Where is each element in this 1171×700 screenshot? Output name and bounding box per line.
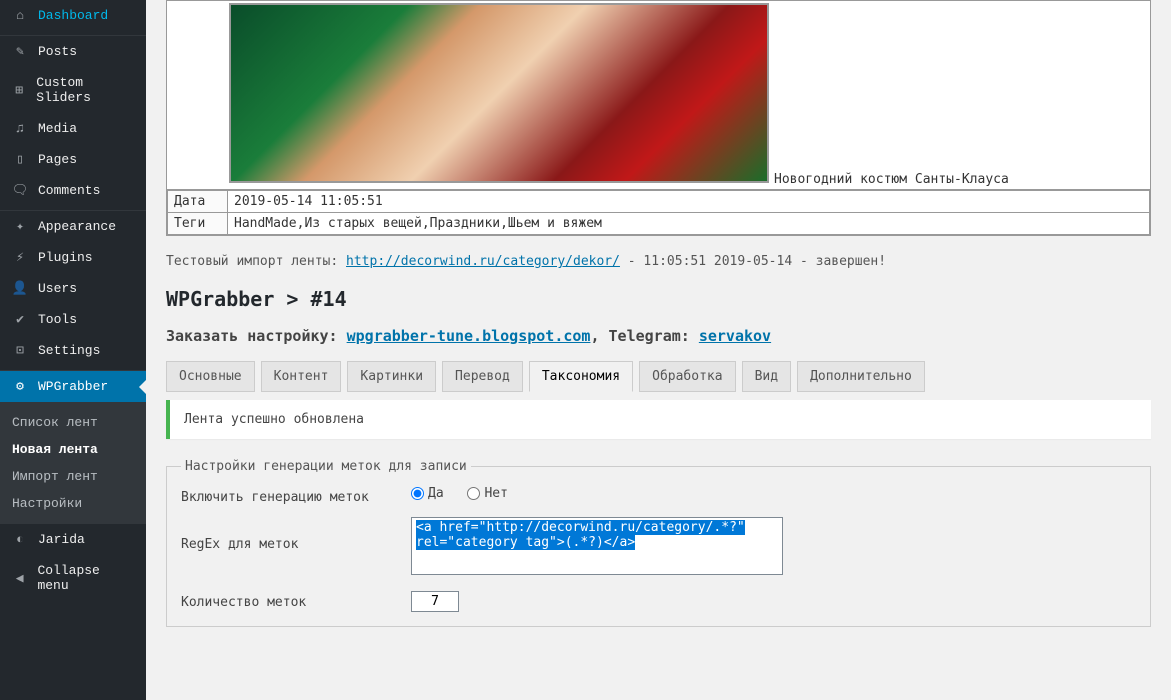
sidebar-item-label: Posts [38, 44, 77, 59]
sub-item-feed-list[interactable]: Список лент [0, 409, 146, 436]
summary-prefix: Тестовый импорт ленты: [166, 254, 346, 269]
sidebar-item-custom-sliders[interactable]: ⊞ Custom Sliders [0, 67, 146, 113]
tab-basic[interactable]: Основные [166, 361, 255, 392]
tag-count-input[interactable] [411, 591, 459, 612]
radio-yes-text: Да [428, 486, 444, 501]
summary-suffix: - 11:05:51 2019-05-14 - завершен! [620, 254, 886, 269]
sidebar-item-comments[interactable]: 🗨 Comments [0, 175, 146, 206]
grid-icon: ⊞ [10, 83, 28, 98]
import-image-row: Новогодний костюм Санты-Клауса [167, 1, 1150, 190]
table-row: ТегиHandMade,Из старых вещей,Праздники,Ш… [168, 213, 1150, 235]
fieldset-legend: Настройки генерации меток для записи [181, 459, 471, 474]
gear-icon: ⚙ [10, 379, 30, 394]
order-mid: , Telegram: [590, 327, 698, 345]
image-caption: Новогодний костюм Санты-Клауса [774, 172, 1009, 187]
page-title: WPGrabber > #14 [166, 287, 1151, 311]
sub-item-wpg-settings[interactable]: Настройки [0, 490, 146, 517]
sidebar-item-wpgrabber[interactable]: ⚙ WPGrabber [0, 371, 146, 402]
order-prefix: Заказать настройку: [166, 327, 347, 345]
tools-icon: ✔ [10, 312, 30, 327]
sidebar-item-dashboard[interactable]: ⌂ Dashboard [0, 0, 146, 31]
count-label: Количество меток [181, 591, 411, 610]
tab-additional[interactable]: Дополнительно [797, 361, 925, 392]
nav-tabs: Основные Контент Картинки Перевод Таксон… [166, 361, 1151, 392]
admin-sidebar: ⌂ Dashboard ✎ Posts ⊞ Custom Sliders ♫ Media… [0, 0, 146, 700]
tab-processing[interactable]: Обработка [639, 361, 735, 392]
sidebar-item-settings[interactable]: ⊡ Settings [0, 335, 146, 366]
import-preview-image [229, 3, 769, 183]
sidebar-item-label: Media [38, 121, 77, 136]
import-meta-table: Дата2019-05-14 11:05:51 ТегиHandMade,Из … [167, 190, 1150, 235]
sub-item-new-feed[interactable]: Новая лента [0, 436, 146, 463]
sidebar-item-label: Users [38, 281, 77, 296]
sidebar-item-label: Plugins [38, 250, 93, 265]
order-line: Заказать настройку: wpgrabber-tune.blogs… [166, 327, 1151, 345]
enable-tags-radio-group: Да Нет [411, 486, 1136, 501]
plugin-icon: ⚡ [10, 250, 30, 265]
main-content: Новогодний костюм Санты-Клауса Дата2019-… [146, 0, 1171, 700]
dashboard-icon: ⌂ [10, 8, 30, 23]
sidebar-item-appearance[interactable]: ✦ Appearance [0, 211, 146, 242]
meta-key-date: Дата [168, 191, 228, 213]
tab-content[interactable]: Контент [261, 361, 342, 392]
sidebar-item-users[interactable]: 👤 Users [0, 273, 146, 304]
radio-yes-label[interactable]: Да [411, 486, 444, 501]
sidebar-item-label: WPGrabber [38, 379, 108, 394]
settings-icon: ⊡ [10, 343, 30, 358]
notice-text: Лента успешно обновлена [184, 412, 364, 427]
table-row: Дата2019-05-14 11:05:51 [168, 191, 1150, 213]
radio-no[interactable] [467, 487, 480, 500]
pin-icon: ✎ [10, 44, 30, 59]
comment-icon: 🗨 [10, 183, 30, 198]
tab-translate[interactable]: Перевод [442, 361, 523, 392]
meta-key-tags: Теги [168, 213, 228, 235]
sidebar-item-label: Comments [38, 183, 100, 198]
sidebar-collapse[interactable]: ◀ Collapse menu [0, 555, 146, 601]
regex-textarea[interactable]: <a href="http://decorwind.ru/category/.*… [411, 517, 783, 575]
regex-value-selected: <a href="http://decorwind.ru/category/.*… [416, 520, 745, 550]
meta-val-tags: HandMade,Из старых вещей,Праздники,Шьем … [228, 213, 1150, 235]
sidebar-item-posts[interactable]: ✎ Posts [0, 36, 146, 67]
sub-item-import-feeds[interactable]: Импорт лент [0, 463, 146, 490]
users-icon: 👤 [10, 281, 30, 296]
media-icon: ♫ [10, 121, 30, 136]
meta-val-date: 2019-05-14 11:05:51 [228, 191, 1150, 213]
sidebar-item-label: Tools [38, 312, 77, 327]
sidebar-item-label: Settings [38, 343, 100, 358]
radio-no-label[interactable]: Нет [467, 486, 507, 501]
sidebar-item-label: Collapse menu [37, 563, 136, 593]
order-link-blog[interactable]: wpgrabber-tune.blogspot.com [347, 327, 591, 345]
tab-images[interactable]: Картинки [347, 361, 436, 392]
sidebar-item-plugins[interactable]: ⚡ Plugins [0, 242, 146, 273]
sidebar-item-label: Pages [38, 152, 77, 167]
import-summary: Тестовый импорт ленты: http://decorwind.… [166, 254, 1151, 269]
sidebar-item-label: Dashboard [38, 8, 108, 23]
enable-tags-label: Включить генерацию меток [181, 486, 411, 505]
jarida-icon: ◐ [10, 532, 30, 547]
tab-taxonomy[interactable]: Таксономия [529, 361, 633, 392]
collapse-icon: ◀ [10, 571, 29, 586]
sidebar-submenu-wpgrabber: Список лент Новая лента Импорт лент Наст… [0, 402, 146, 524]
brush-icon: ✦ [10, 219, 30, 234]
page-icon: ▯ [10, 152, 30, 167]
order-link-telegram[interactable]: servakov [699, 327, 771, 345]
success-notice: Лента успешно обновлена [166, 400, 1151, 439]
import-result-box: Новогодний костюм Санты-Клауса Дата2019-… [166, 0, 1151, 236]
tab-view[interactable]: Вид [742, 361, 791, 392]
sidebar-item-tools[interactable]: ✔ Tools [0, 304, 146, 335]
sidebar-item-jarida[interactable]: ◐ Jarida [0, 524, 146, 555]
radio-yes[interactable] [411, 487, 424, 500]
regex-label: RegEx для меток [181, 517, 411, 552]
tags-settings-fieldset: Настройки генерации меток для записи Вкл… [166, 459, 1151, 627]
sidebar-item-label: Appearance [38, 219, 116, 234]
radio-no-text: Нет [484, 486, 507, 501]
summary-link[interactable]: http://decorwind.ru/category/dekor/ [346, 254, 620, 269]
sidebar-item-media[interactable]: ♫ Media [0, 113, 146, 144]
sidebar-item-pages[interactable]: ▯ Pages [0, 144, 146, 175]
sidebar-item-label: Jarida [38, 532, 85, 547]
sidebar-item-label: Custom Sliders [36, 75, 136, 105]
